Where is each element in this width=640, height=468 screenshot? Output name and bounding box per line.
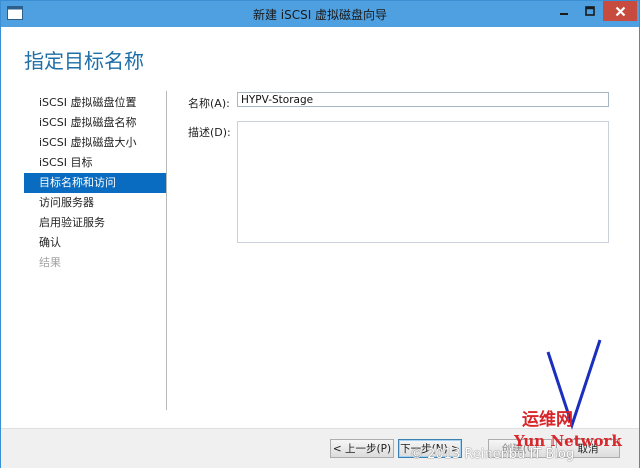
maximize-icon: [585, 6, 595, 16]
step-target-name-access[interactable]: 目标名称和访问: [24, 173, 166, 193]
maximize-button[interactable]: [577, 1, 603, 21]
name-label: 名称(A):: [188, 97, 230, 110]
create-button: 创建(C): [488, 439, 552, 458]
target-name-input[interactable]: [237, 92, 609, 107]
step-enable-auth[interactable]: 启用验证服务: [24, 213, 166, 233]
title-bar[interactable]: 新建 iSCSI 虚拟磁盘向导: [1, 1, 639, 27]
step-confirmation[interactable]: 确认: [24, 233, 166, 253]
wizard-window: 新建 iSCSI 虚拟磁盘向导 指定目标名称 iSCSI 虚拟磁盘位置 iSCS…: [0, 0, 640, 468]
next-button[interactable]: 下一步(N) >: [398, 439, 462, 458]
minimize-button[interactable]: [551, 1, 577, 21]
nav-divider: [166, 91, 167, 410]
step-iscsi-target[interactable]: iSCSI 目标: [24, 153, 166, 173]
description-textarea[interactable]: [237, 121, 609, 243]
previous-button[interactable]: < 上一步(P): [330, 439, 394, 458]
wizard-content: 指定目标名称 iSCSI 虚拟磁盘位置 iSCSI 虚拟磁盘名称 iSCSI 虚…: [8, 28, 634, 428]
window-title: 新建 iSCSI 虚拟磁盘向导: [252, 8, 388, 22]
close-icon: [615, 6, 625, 16]
step-access-servers[interactable]: 访问服务器: [24, 193, 166, 213]
page-title: 指定目标名称: [24, 49, 144, 73]
cancel-button[interactable]: 取消: [556, 439, 620, 458]
step-virtual-disk-name[interactable]: iSCSI 虚拟磁盘名称: [24, 113, 166, 133]
step-results: 结果: [39, 256, 61, 269]
button-bar: < 上一步(P) 下一步(N) > 创建(C) 取消: [1, 428, 639, 468]
close-button[interactable]: [603, 1, 637, 21]
wizard-step-nav: iSCSI 虚拟磁盘位置 iSCSI 虚拟磁盘名称 iSCSI 虚拟磁盘大小 i…: [24, 93, 166, 273]
step-virtual-disk-size[interactable]: iSCSI 虚拟磁盘大小: [24, 133, 166, 153]
description-label: 描述(D):: [188, 126, 231, 139]
step-virtual-disk-location[interactable]: iSCSI 虚拟磁盘位置: [24, 93, 166, 113]
minimize-icon: [560, 13, 568, 15]
